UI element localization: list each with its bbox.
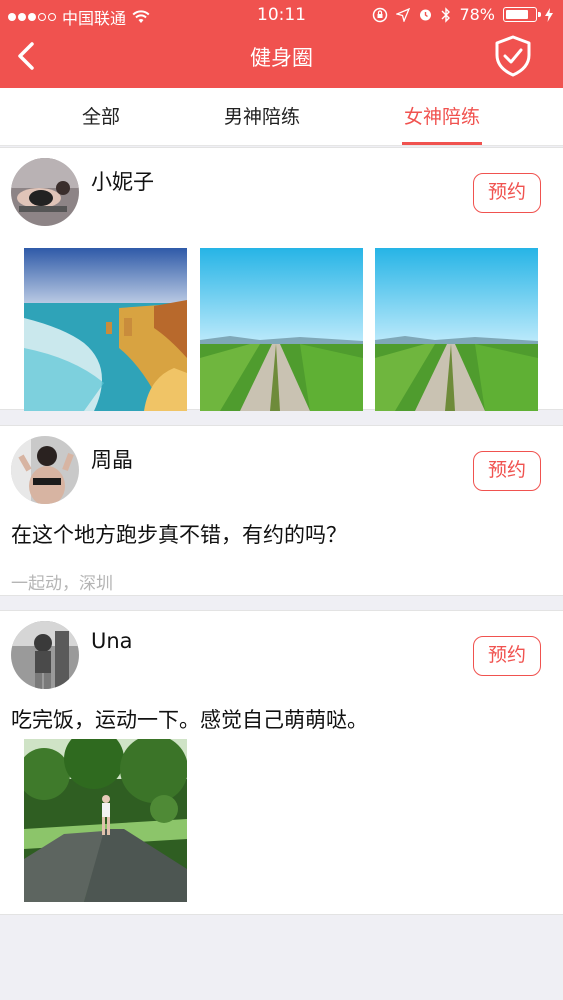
username: Una (91, 629, 133, 653)
post-photo-road-2[interactable] (375, 248, 538, 411)
post-text: 吃完饭，运动一下。感觉自己萌萌哒。 (11, 708, 368, 732)
rotation-lock-icon (373, 7, 388, 22)
post-card: 小妮子 预约 (0, 147, 563, 411)
post-photo-coast[interactable] (24, 248, 187, 411)
app-header: 中国联通 10:11 78% 健身圈 (0, 0, 563, 88)
username: 周晶 (91, 448, 133, 472)
post-card: 周晶 预约 在这个地方跑步真不错，有约的吗？ 一起动，深圳 (0, 425, 563, 596)
tab-female-partner[interactable]: 女神陪练 (392, 88, 492, 146)
post-card: Una 预约 吃完饭，运动一下。感觉自己萌萌哒。 (0, 610, 563, 915)
avatar[interactable] (11, 436, 79, 504)
shield-check-icon (495, 35, 531, 77)
book-button[interactable]: 预约 (473, 636, 541, 676)
post-location: 一起动，深圳 (11, 574, 113, 594)
shield-button[interactable] (493, 34, 533, 78)
alarm-icon (420, 9, 432, 21)
status-bar: 中国联通 10:11 78% (0, 0, 563, 30)
page-title: 健身圈 (250, 46, 313, 70)
charging-icon (545, 7, 553, 22)
location-arrow-icon (396, 7, 411, 22)
book-button[interactable]: 预约 (473, 173, 541, 213)
tab-male-partner[interactable]: 男神陪练 (212, 88, 312, 146)
battery-icon (503, 7, 541, 22)
post-photo-park[interactable] (24, 739, 187, 902)
status-right: 78% (372, 5, 553, 24)
tab-all[interactable]: 全部 (60, 88, 142, 146)
post-text: 在这个地方跑步真不错，有约的吗？ (11, 523, 347, 547)
post-photo-road[interactable] (200, 248, 363, 411)
battery-percent: 78% (459, 5, 495, 24)
active-tab-indicator (402, 142, 482, 145)
category-tabs: 全部 男神陪练 女神陪练 (0, 88, 563, 146)
bluetooth-icon (441, 6, 451, 23)
book-button[interactable]: 预约 (473, 451, 541, 491)
avatar[interactable] (11, 158, 79, 226)
username: 小妮子 (91, 170, 154, 194)
avatar[interactable] (11, 621, 79, 689)
